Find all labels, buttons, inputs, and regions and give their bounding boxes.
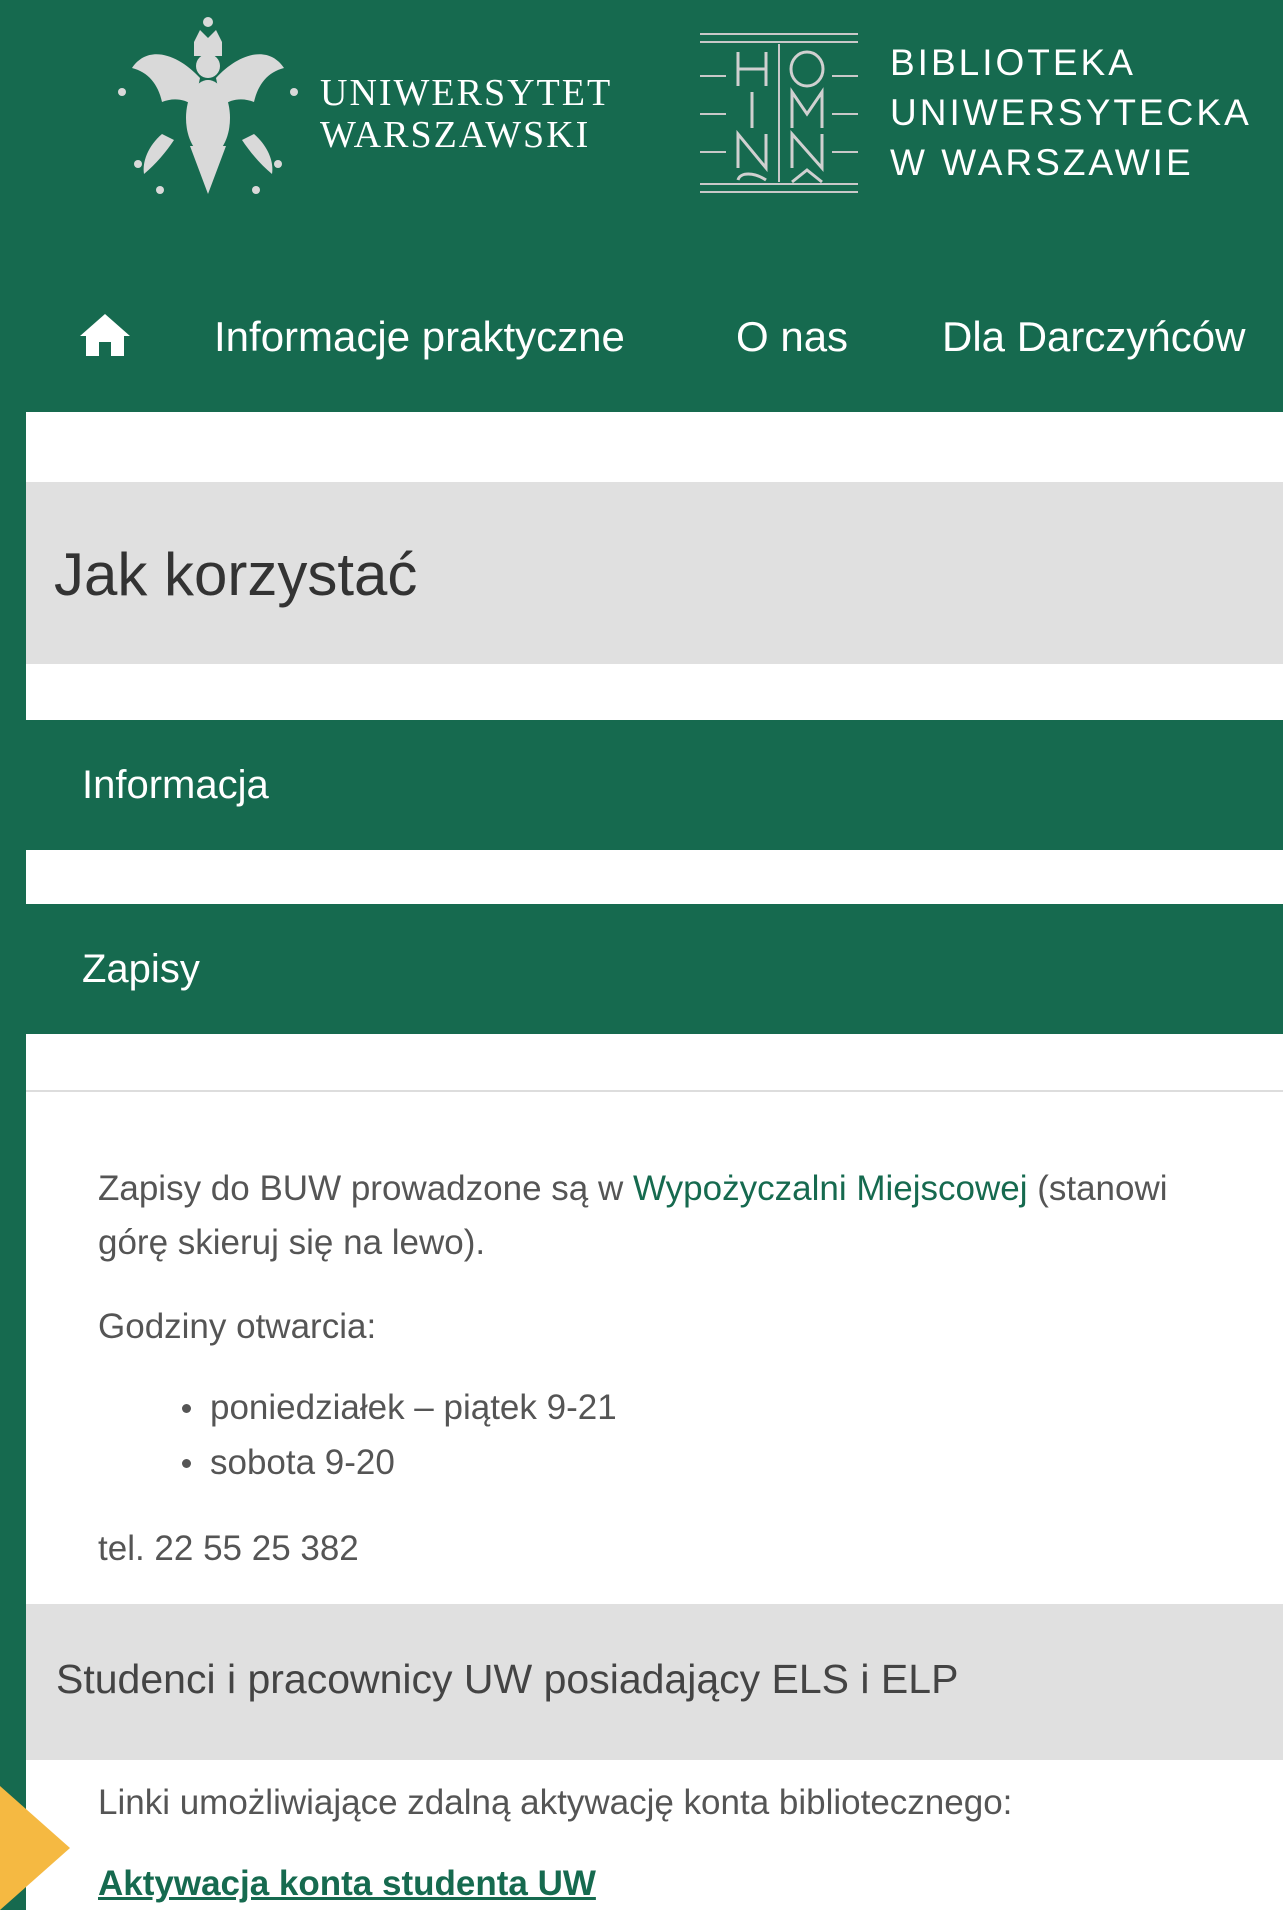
- library-name-line2: UNIWERSYTECKA: [890, 92, 1252, 133]
- university-name[interactable]: UNIWERSYTET WARSZAWSKI: [320, 72, 612, 156]
- library-name-line1: BIBLIOTEKA: [890, 42, 1136, 83]
- accordion-zapisy[interactable]: Zapisy: [26, 904, 1283, 1034]
- university-eagle-logo-icon[interactable]: [118, 14, 298, 210]
- panel-divider: [26, 1090, 1283, 1092]
- nav-item-dla-darczyncow[interactable]: Dla Darczyńców: [942, 312, 1245, 362]
- site-header: UNIWERSYTET WARSZAWSKI BIBLIOTEKA UNIWER…: [0, 0, 1283, 240]
- library-name-line3: W WARSZAWIE: [890, 142, 1194, 183]
- opening-hours-list: poniedziałek – piątek 9-21 sobota 9-20: [98, 1380, 617, 1490]
- zapisy-text-before-link: Zapisy do BUW prowadzone są w: [98, 1169, 633, 1208]
- els-intro-text: Linki umożliwiające zdalną aktywację kon…: [98, 1783, 1013, 1822]
- zapisy-text-after-link: (stanowi: [1027, 1169, 1168, 1208]
- list-item: poniedziałek – piątek 9-21: [98, 1380, 617, 1435]
- accordion-informacja[interactable]: Informacja: [26, 720, 1283, 850]
- accordion-zapisy-label: Zapisy: [82, 947, 200, 991]
- library-name[interactable]: BIBLIOTEKA UNIWERSYTECKA W WARSZAWIE: [890, 38, 1252, 188]
- phone-number: tel. 22 55 25 382: [98, 1529, 359, 1568]
- list-item: sobota 9-20: [98, 1435, 617, 1490]
- corner-arrow-icon: [0, 1786, 70, 1910]
- home-icon[interactable]: [78, 310, 132, 360]
- library-omnia-logo-icon[interactable]: [696, 30, 862, 196]
- accordion-informacja-label: Informacja: [82, 763, 269, 807]
- student-account-activation-link[interactable]: Aktywacja konta studenta UW: [98, 1862, 596, 1906]
- main-nav: Informacje praktyczne O nas Dla Darczyńc…: [0, 290, 1283, 390]
- zapisy-paragraph-line2: górę skieruj się na lewo).: [98, 1223, 486, 1262]
- main-content: Jak korzystać Informacja Zapisy Zapisy d…: [26, 412, 1283, 1910]
- nav-item-o-nas[interactable]: O nas: [736, 312, 848, 362]
- university-name-line2: WARSZAWSKI: [320, 114, 591, 156]
- page-title-bar: Jak korzystać: [26, 482, 1283, 664]
- zapisy-paragraph-line1: Zapisy do BUW prowadzone są w Wypożyczal…: [98, 1164, 1168, 1214]
- page-title: Jak korzystać: [54, 541, 418, 608]
- els-section-header: Studenci i pracownicy UW posiadający ELS…: [26, 1604, 1283, 1760]
- page: UNIWERSYTET WARSZAWSKI BIBLIOTEKA UNIWER…: [0, 0, 1283, 1910]
- wypozyczalnia-miejscowa-link[interactable]: Wypożyczalni Miejscowej: [633, 1169, 1028, 1208]
- opening-hours-label: Godziny otwarcia:: [98, 1307, 377, 1346]
- university-name-line1: UNIWERSYTET: [320, 72, 613, 114]
- els-section-title: Studenci i pracownicy UW posiadający ELS…: [56, 1656, 959, 1702]
- nav-item-informacje-praktyczne[interactable]: Informacje praktyczne: [214, 312, 625, 362]
